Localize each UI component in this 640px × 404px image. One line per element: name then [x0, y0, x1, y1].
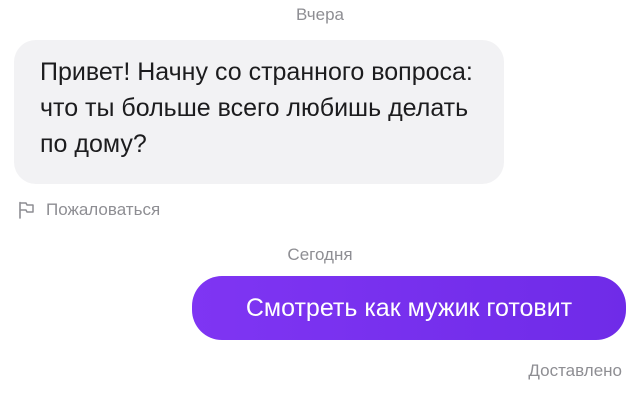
flag-icon — [18, 201, 36, 219]
incoming-message-text: Привет! Начну со странного вопроса: что … — [40, 58, 473, 158]
incoming-message-bubble[interactable]: Привет! Начну со странного вопроса: что … — [14, 40, 504, 184]
delivery-status: Доставлено — [528, 361, 622, 380]
outgoing-message-bubble[interactable]: Смотреть как мужик готовит — [192, 276, 626, 340]
date-divider-today: Сегодня — [287, 245, 353, 264]
date-divider-yesterday: Вчера — [296, 5, 344, 24]
outgoing-message-text: Смотреть как мужик готовит — [245, 294, 573, 322]
report-button[interactable]: Пожаловаться — [18, 199, 160, 221]
report-label: Пожаловаться — [46, 200, 161, 219]
